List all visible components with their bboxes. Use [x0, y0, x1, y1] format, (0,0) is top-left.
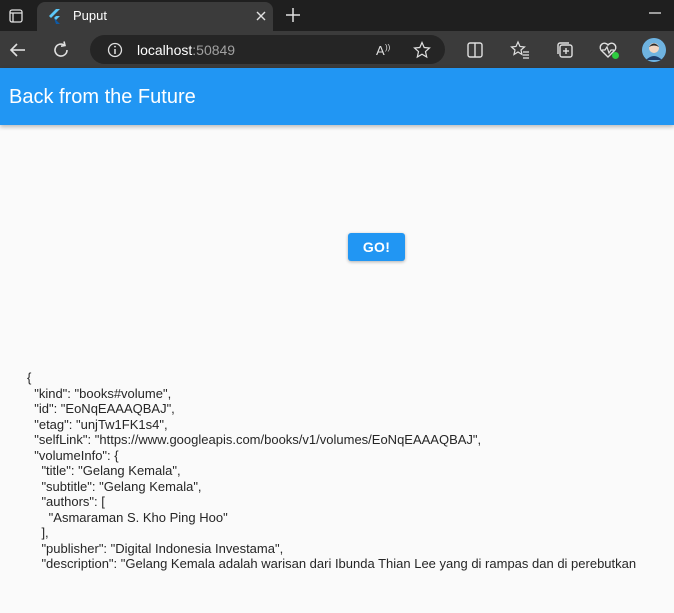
- status-badge: [612, 52, 619, 59]
- flutter-icon: [49, 9, 60, 24]
- favorites-icon[interactable]: [510, 40, 530, 60]
- browser-tab[interactable]: Puput: [37, 2, 273, 31]
- split-screen-icon[interactable]: [465, 40, 485, 60]
- close-tab-icon[interactable]: [253, 8, 269, 24]
- result-line: "publisher": "Digital Indonesia Investam…: [27, 540, 284, 556]
- svg-text:A: A: [376, 43, 385, 58]
- favorite-star-icon[interactable]: [413, 41, 431, 59]
- result-line: "kind": "books#volume",: [27, 385, 172, 401]
- tab-actions-icon[interactable]: [0, 0, 31, 31]
- minimize-icon[interactable]: [648, 6, 662, 20]
- result-line: "description": "Gelang Kemala adalah war…: [27, 556, 637, 571]
- result-line: {: [27, 370, 32, 385]
- address-bar[interactable]: localhost:50849 A )): [90, 35, 445, 64]
- result-line: "volumeInfo": {: [27, 447, 119, 463]
- info-icon[interactable]: [107, 42, 123, 58]
- refresh-icon[interactable]: [51, 40, 71, 60]
- result-line: "selfLink": "https://www.googleapis.com/…: [27, 432, 482, 447]
- collections-icon[interactable]: [555, 40, 575, 60]
- browser-toolbar: localhost:50849 A )): [0, 31, 674, 68]
- result-line: ],: [27, 525, 49, 540]
- result-line: "Asmaraman S. Kho Ping Hoo": [27, 509, 228, 525]
- result-line: "authors": [: [27, 494, 105, 509]
- result-line: "etag": "unjTw1FK1s4",: [27, 416, 168, 432]
- profile-avatar[interactable]: [642, 38, 666, 62]
- back-icon[interactable]: [8, 40, 28, 60]
- tab-title: Puput: [73, 8, 107, 23]
- json-result-text: { "kind": "books#volume", "id": "EoNqEAA…: [27, 370, 674, 572]
- result-line: "title": "Gelang Kemala",: [27, 463, 181, 478]
- browser-tab-strip: Puput: [0, 0, 674, 31]
- app-title: Back from the Future: [9, 86, 196, 108]
- result-line: "id": "EoNqEAAAQBAJ",: [27, 401, 175, 416]
- new-tab-icon[interactable]: [284, 6, 302, 24]
- result-line: "subtitle": "Gelang Kemala",: [27, 478, 202, 494]
- read-aloud-icon[interactable]: A )): [375, 41, 393, 59]
- svg-text:)): )): [385, 43, 391, 52]
- go-button[interactable]: GO!: [348, 233, 405, 261]
- url-text: localhost:50849: [137, 42, 236, 58]
- app-bar: Back from the Future: [0, 68, 674, 125]
